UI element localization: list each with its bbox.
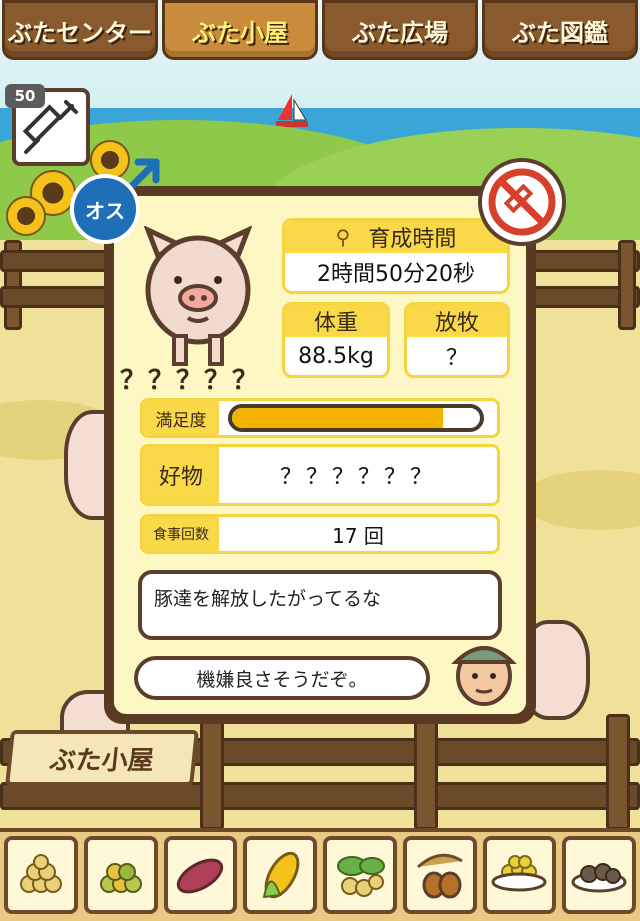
food-item-corn[interactable] [243,836,317,914]
fence-post [414,714,438,830]
satisfaction-bar [228,404,484,432]
satisfaction-label: 満足度 [143,401,219,435]
no-injection-icon [478,158,566,246]
meatball-plate-icon [571,863,627,893]
meals-row: 食事回数 17 回 [140,514,500,554]
raise-time-card: ⚲ 育成時間 2時間50分20秒 [282,218,510,294]
farmer-icon [451,646,517,706]
tab-pig-pen[interactable]: ぶた小屋 [162,0,318,60]
favorite-row: 好物 ？？？？？？ [140,444,500,506]
graze-value: ？ [445,346,468,371]
fence-rail [0,250,110,272]
food-item-meatball-plate[interactable] [562,836,636,914]
mixed-beans-icon [99,863,142,893]
food-item-acorn[interactable] [402,836,477,914]
tab-pig-center[interactable]: ぶたセンター [2,0,158,60]
fence-post [606,714,630,830]
raise-time-header: ⚲ 育成時間 [285,221,507,253]
favorite-value: ？？？？？？ [279,465,436,490]
tab-pig-plaza[interactable]: ぶた広場 [322,0,478,60]
weight-card: 体重 88.5kg [282,302,390,378]
fence-post [200,714,224,830]
corn-icon [262,851,300,899]
food-bar [0,828,640,921]
graze-label: 放牧 [407,305,507,337]
vegetables-icon [336,856,385,897]
corn-bowl-icon [491,855,547,892]
favorite-label: 好物 [143,447,219,503]
pig-icon [143,226,253,366]
soybean-icon [19,854,62,893]
food-item-vegetables[interactable] [323,836,397,914]
meals-value: 17 回 [332,523,384,548]
weight-label: 体重 [285,305,387,337]
fence-rail [0,286,110,308]
satisfaction-bar-fill [232,408,443,428]
raise-time-value: 2時間50分20秒 [317,262,475,287]
sunflower-icon [6,196,46,236]
fence-rail [0,782,640,810]
tab-pig-encyclopedia[interactable]: ぶた図鑑 [482,0,638,60]
top-tab-bar: ぶたセンター ぶた小屋 ぶた広場 ぶた図鑑 [0,0,640,64]
fence-post [618,240,636,330]
acorn-icon [416,853,463,899]
food-item-mixed-beans[interactable] [83,836,158,914]
location-sign: ぶた小屋 [5,730,199,786]
dialog-bubble-1: 豚達を解放したがってるな [138,570,502,640]
gender-badge: オス [70,174,140,244]
dialog-bubble-2: 機嫌良さそうだぞ。 [134,656,430,700]
sweet-potato-icon [177,858,224,894]
food-item-soybean[interactable] [4,836,78,914]
item-count-badge: 50 [5,84,45,108]
pin-icon: ⚲ [335,225,351,249]
pig-name: ？？？？？ [120,366,261,396]
weight-value: 88.5kg [298,343,374,369]
food-item-sweet-potato[interactable] [163,836,238,914]
meals-label: 食事回数 [143,517,219,551]
food-item-corn-bowl[interactable] [482,836,557,914]
raise-time-label: 育成時間 [368,227,457,252]
graze-card: 放牧 ？ [404,302,510,378]
